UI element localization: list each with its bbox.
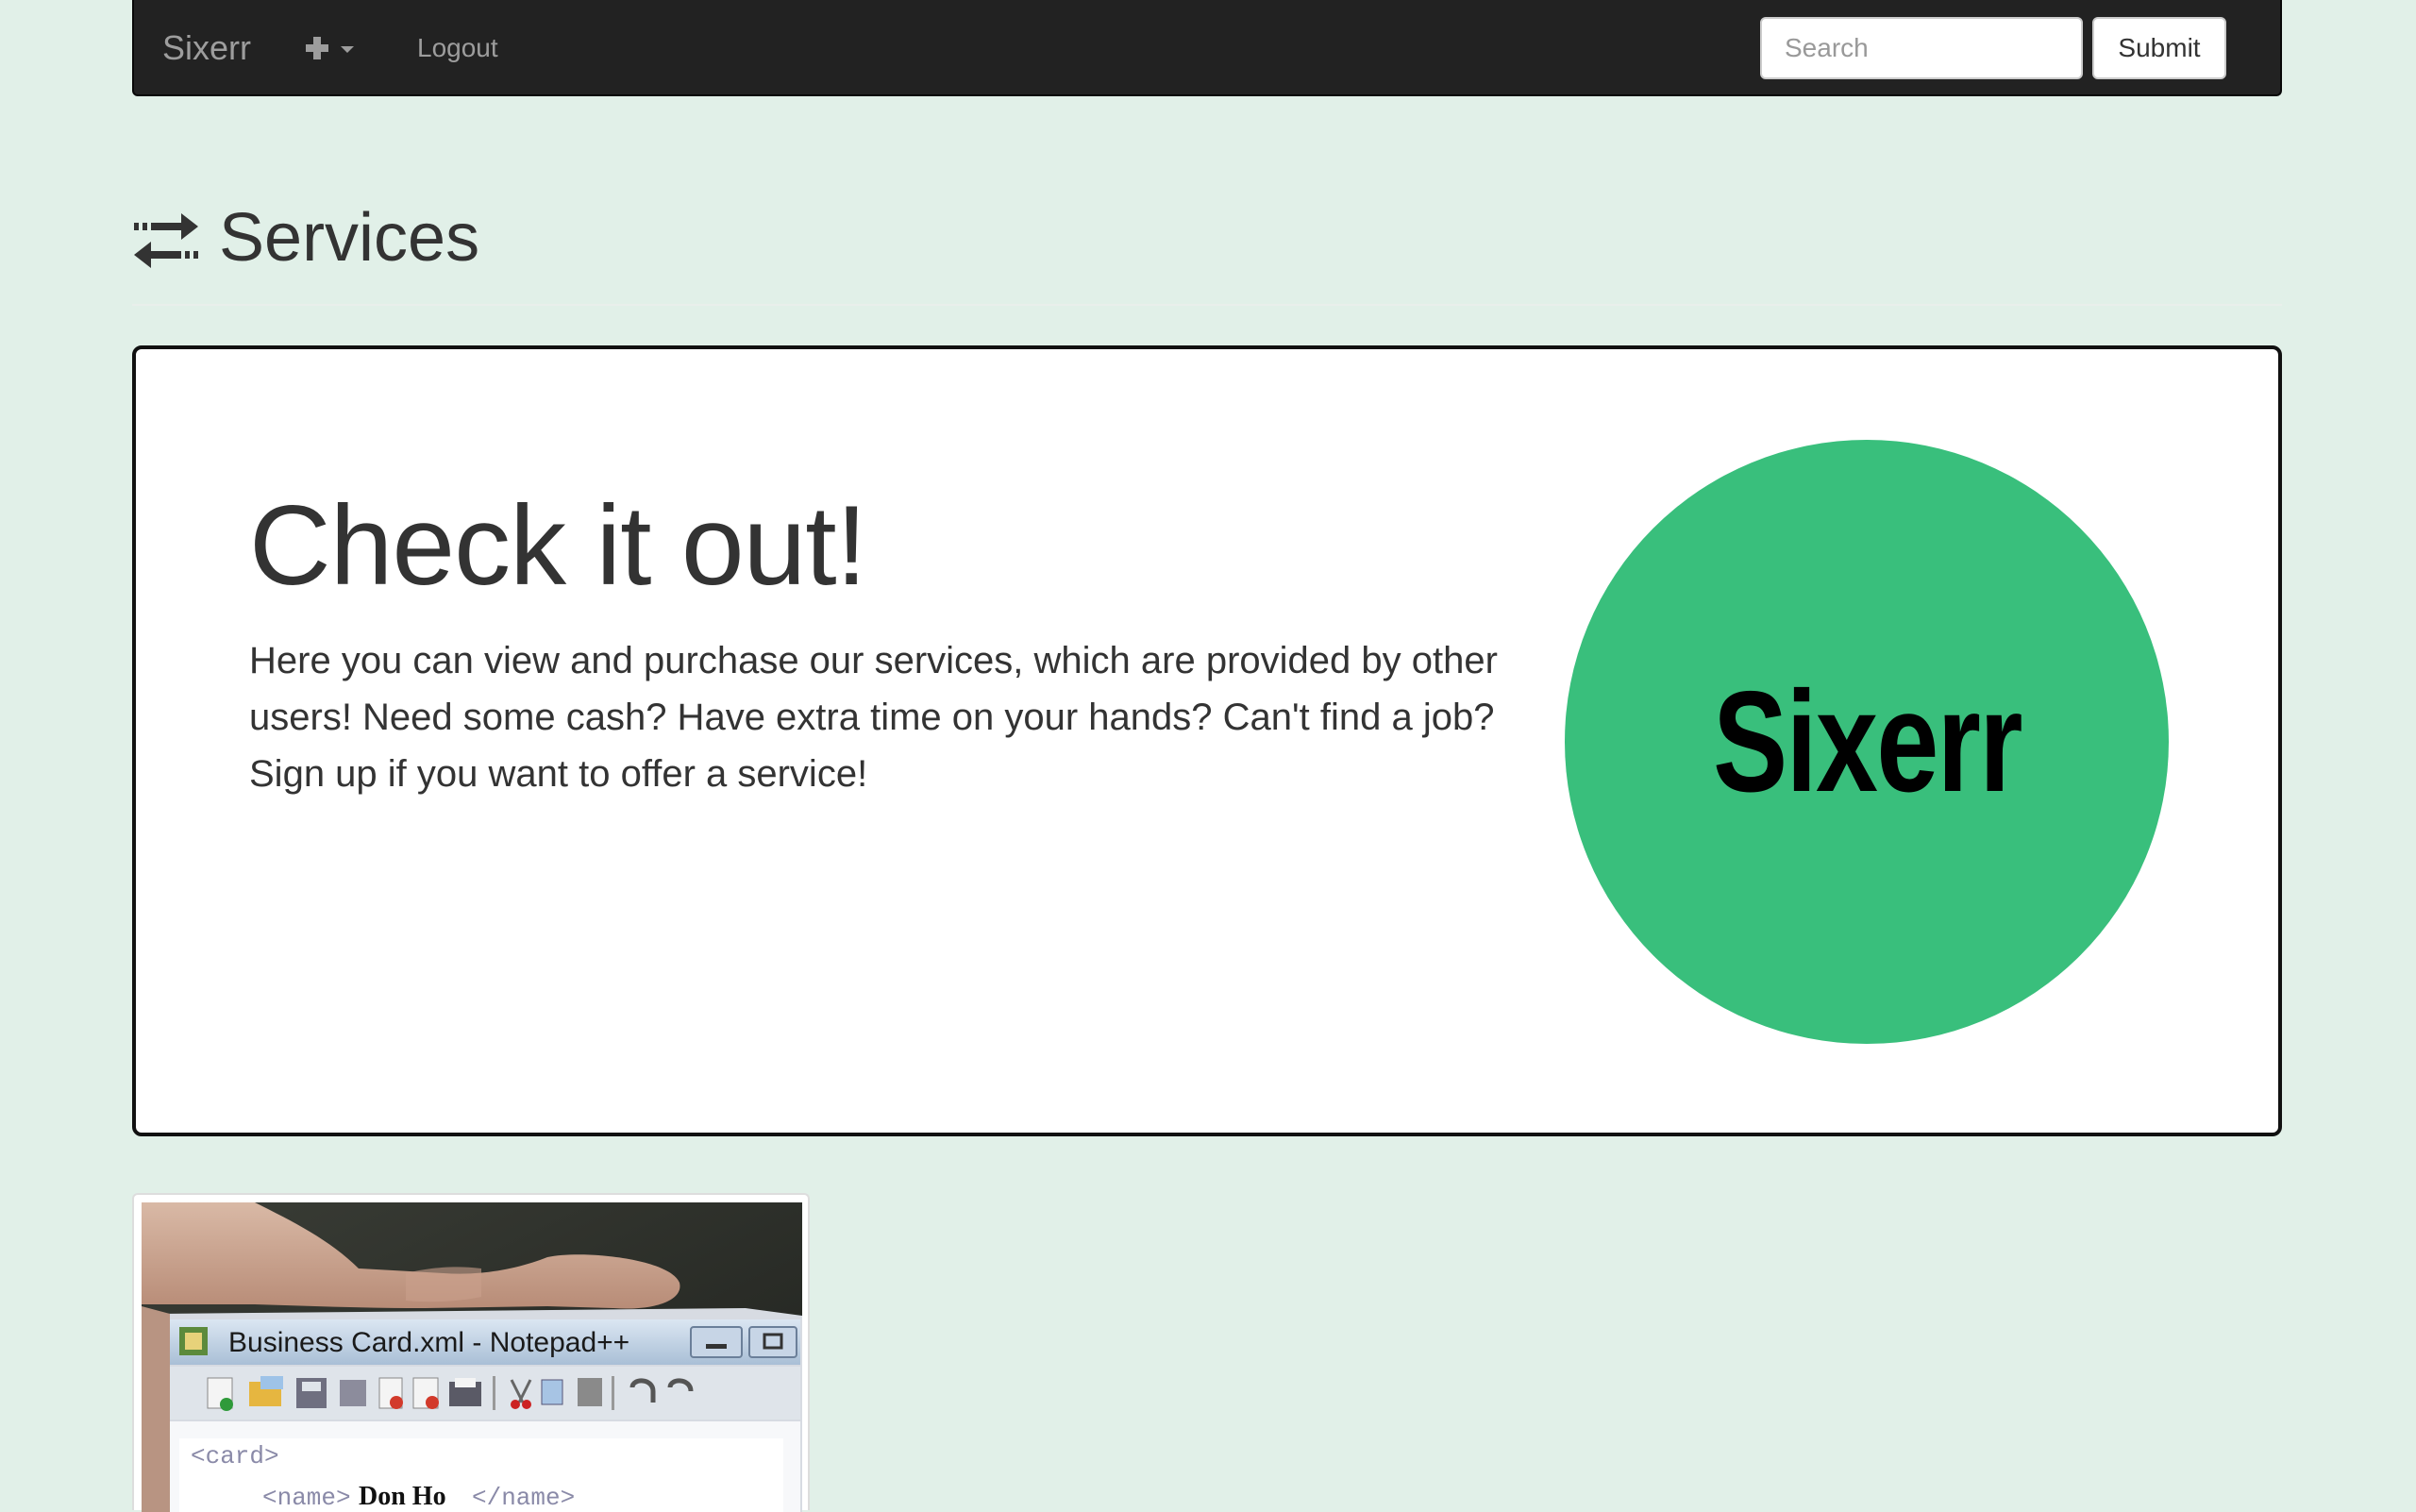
- brand-link[interactable]: Sixerr: [162, 0, 251, 96]
- code-tag-close: </name>: [472, 1484, 575, 1512]
- caret-down-icon: [341, 46, 354, 53]
- add-dropdown-toggle[interactable]: [304, 0, 359, 96]
- jumbotron-heading: Check it out!: [249, 482, 867, 609]
- jumbotron: Check it out! Here you can view and purc…: [132, 345, 2282, 1136]
- page-title: Services: [219, 200, 480, 276]
- code-value: Don Ho: [359, 1482, 446, 1511]
- logo-text: Sixerr: [1712, 662, 2022, 822]
- window-title: Business Card.xml - Notepad++: [228, 1327, 629, 1358]
- code-tag-open: <name>: [262, 1484, 351, 1512]
- plus-icon: [306, 37, 328, 59]
- transfer-arrows-icon: [132, 211, 200, 277]
- jumbotron-text: Here you can view and purchase our servi…: [249, 640, 1498, 795]
- logout-link[interactable]: Logout: [417, 0, 498, 96]
- submit-button[interactable]: Submit: [2092, 17, 2226, 79]
- service-image[interactable]: Business Card.xml - Notepad++ <card> <na…: [142, 1202, 802, 1512]
- code-line-card: <card>: [191, 1442, 279, 1470]
- navbar: Sixerr Logout Submit: [132, 0, 2282, 96]
- page-header: Services: [132, 198, 2282, 306]
- sixerr-logo: Sixerr: [1565, 440, 2169, 1044]
- service-thumbnail[interactable]: Business Card.xml - Notepad++ <card> <na…: [132, 1193, 810, 1512]
- search-input[interactable]: [1760, 17, 2083, 79]
